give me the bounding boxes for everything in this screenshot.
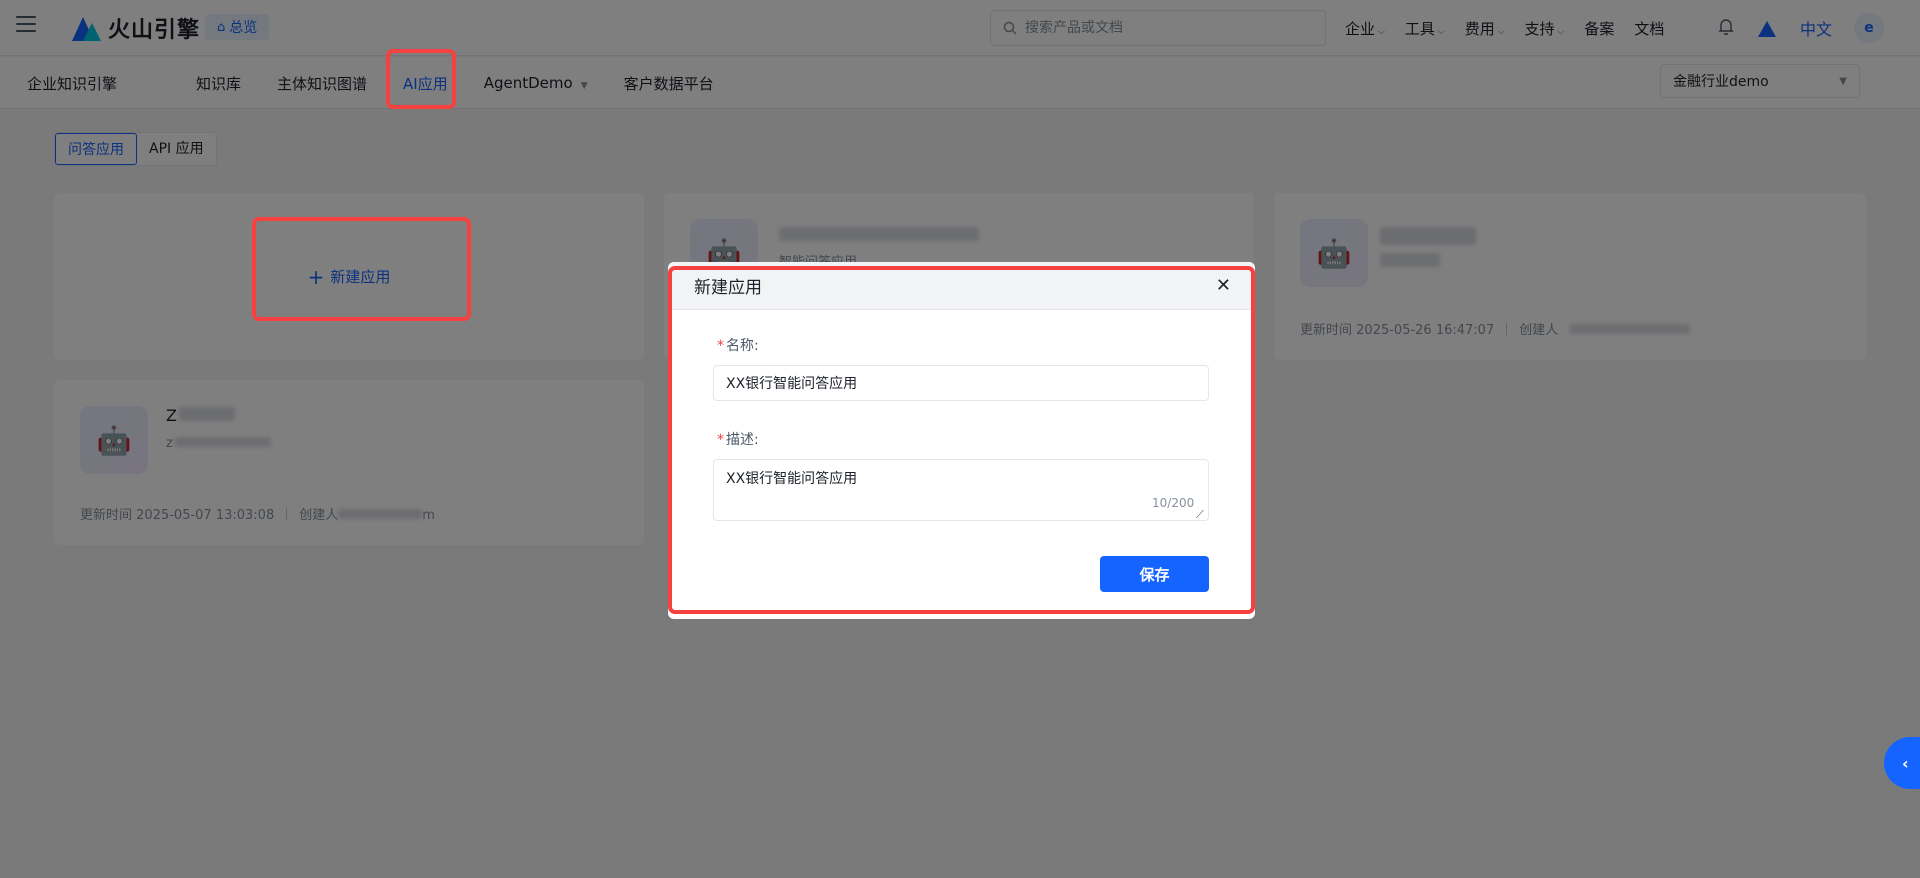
highlight-new-app-card <box>252 217 471 321</box>
highlight-ai-apps-tab <box>386 49 456 109</box>
highlight-dialog <box>668 266 1255 614</box>
chevron-left-icon: ‹ <box>1902 753 1909 773</box>
